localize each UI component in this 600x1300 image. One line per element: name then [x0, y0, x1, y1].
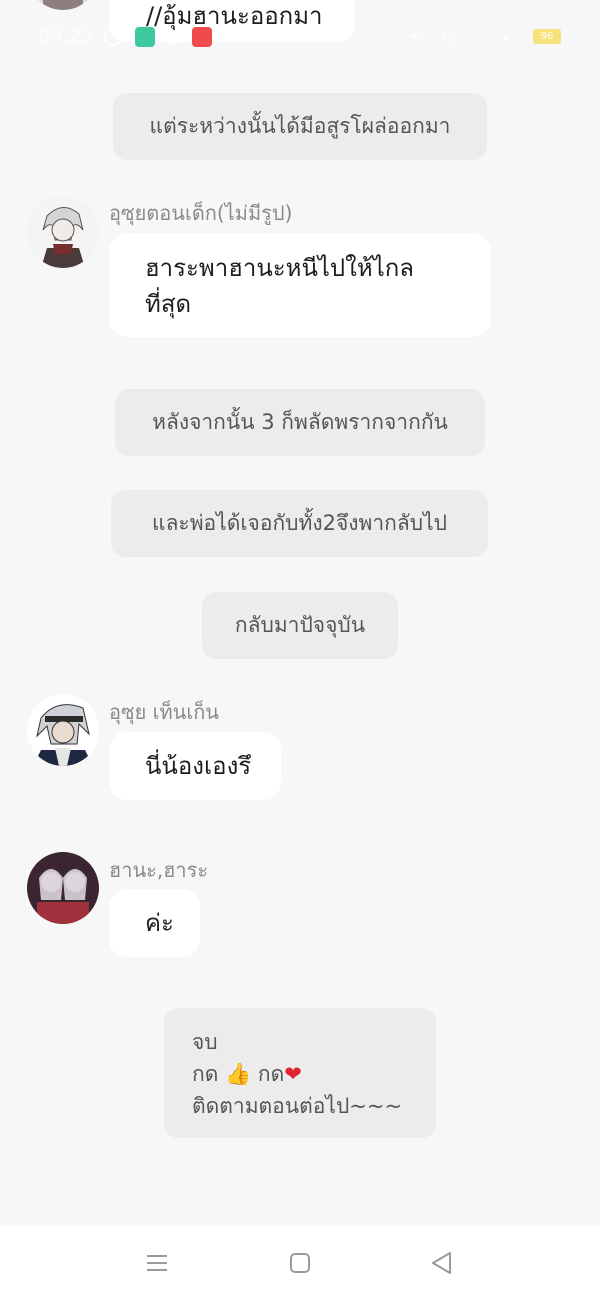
back-icon[interactable]: [429, 1250, 455, 1276]
wifi-icon: ⌔: [472, 27, 489, 48]
narration-bubble[interactable]: แต่ระหว่างนั้นได้มีอสูรโผล่ออกมา: [113, 93, 487, 160]
avatar-hana-hara[interactable]: [27, 852, 99, 924]
status-bar: 09:23 ⌁ ◷ ⌔ ▴ 96: [0, 22, 600, 52]
heart-icon: ❤: [284, 1062, 302, 1086]
home-icon[interactable]: [287, 1250, 313, 1276]
message-text: ค่ะ: [145, 909, 174, 937]
narration-text: หลังจากนั้น 3 ก็พลัดพรากจากกัน: [152, 410, 448, 434]
message-text: นี่น้องเองรึ: [145, 752, 252, 780]
sender-name: ฮานะ,ฮาระ: [109, 858, 209, 882]
avatar-uzui-tengen[interactable]: [27, 694, 99, 766]
app-notification-icon: [135, 27, 155, 47]
narration-text: แต่ระหว่างนั้นได้มีอสูรโผล่ออกมา: [149, 114, 451, 138]
phone-icon: [104, 28, 122, 46]
vibrate-icon: ⌁: [410, 26, 421, 47]
ending-press-label: กด: [257, 1062, 285, 1086]
message-bubble[interactable]: นี่น้องเองรึ: [109, 732, 281, 800]
avatar-young-uzui[interactable]: [27, 196, 99, 268]
chat-thread: //อุ้มฮานะออกมา 09:23 ⌁ ◷ ⌔ ▴ 96 แต่ระหว…: [0, 0, 600, 1226]
ending-text-line: จบ: [192, 1030, 218, 1054]
message-bubble[interactable]: ฮาระพาฮานะหนีไปให้ไกล ที่สุด: [109, 233, 491, 337]
manga-app-icon: [192, 27, 212, 47]
navigation-bar: [0, 1226, 600, 1300]
signal-icon: ▴: [502, 30, 509, 44]
narration-bubble[interactable]: กลับมาปัจจุบัน: [202, 592, 398, 659]
ending-text-line: ติดตามตอนต่อไป~~~: [192, 1094, 403, 1118]
sender-name: อุซุย เท็นเก็น: [109, 700, 219, 724]
ending-press-label: กด: [192, 1062, 219, 1086]
sender-name: อุซุยตอนเด็ก(ไม่มีรูป): [109, 201, 293, 225]
message-text-line: ฮาระพาฮานะหนีไปให้ไกล: [145, 254, 415, 282]
battery-icon: 96: [533, 29, 561, 44]
narration-text: กลับมาปัจจุบัน: [234, 613, 366, 637]
ending-text-line: กด 👍 กด❤: [192, 1058, 436, 1090]
message-bubble[interactable]: ค่ะ: [109, 889, 200, 957]
narration-text: และพ่อได้เจอกับทั้ง2จึงพากลับไป: [152, 511, 447, 535]
narration-bubble[interactable]: และพ่อได้เจอกับทั้ง2จึงพากลับไป: [111, 490, 488, 557]
thumbs-up-icon: 👍: [225, 1062, 252, 1086]
ending-bubble[interactable]: จบ กด 👍 กด❤ ติดตามตอนต่อไป~~~: [164, 1008, 436, 1138]
narration-bubble[interactable]: หลังจากนั้น 3 ก็พลัดพรากจากกัน: [115, 389, 485, 456]
alarm-icon: ◷: [442, 26, 458, 47]
status-time: 09:23: [38, 25, 93, 47]
menu-icon[interactable]: [144, 1250, 170, 1276]
avatar-top-partial[interactable]: [27, 0, 99, 10]
message-text-line: ที่สุด: [145, 290, 192, 318]
notification-dot-icon: [166, 30, 180, 44]
